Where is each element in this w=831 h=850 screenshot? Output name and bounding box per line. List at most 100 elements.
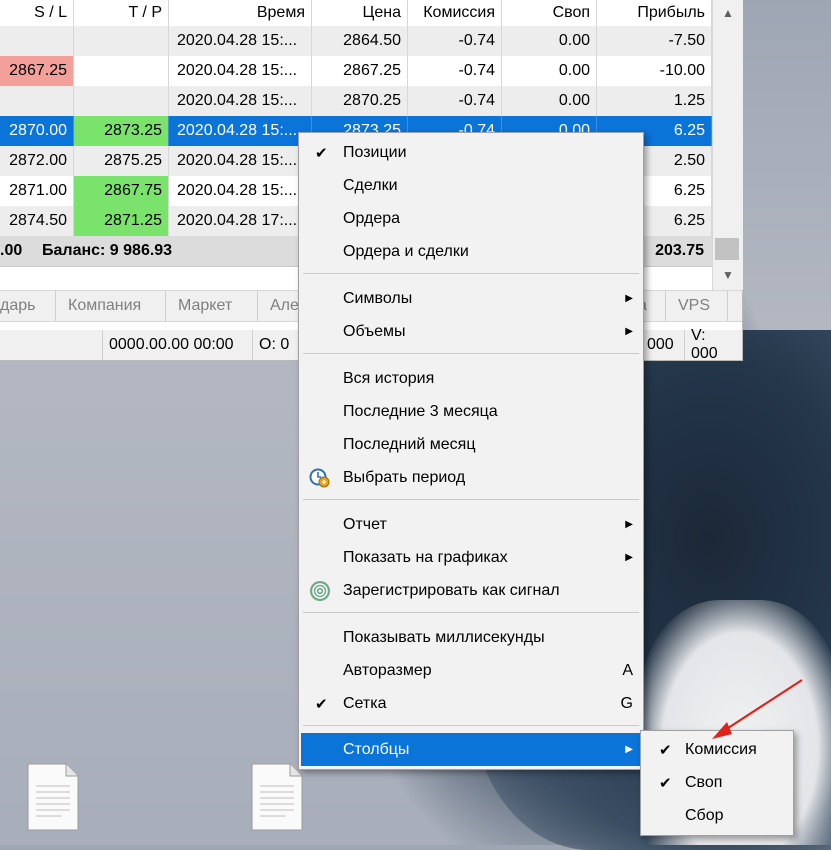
cell-swap: 0.00 [502,26,597,56]
check-icon: ✔ [315,695,328,713]
signal-icon [310,581,330,601]
desktop-file-icon[interactable] [26,762,80,832]
check-icon: ✔ [659,774,672,792]
cell-swap: 0.00 [502,56,597,86]
menu-item-register-signal[interactable]: Зарегистрировать как сигнал [301,574,641,607]
table-row[interactable]: 2867.25 2020.04.28 15:... 2867.25 -0.74 … [0,56,712,87]
column-header-commission[interactable]: Комиссия [408,0,502,26]
desktop-file-icon[interactable] [250,762,304,832]
cell-time: 2020.04.28 17:... [169,206,312,236]
status-volume: V: 000 [684,327,742,362]
menu-item-grid[interactable]: ✔ Сетка G [301,687,641,720]
submenu-arrow-icon: ▶ [625,519,633,530]
menu-item-shortcut: A [622,661,633,679]
menu-item-autosize[interactable]: Авторазмер A [301,654,641,687]
cell-sl: 2870.00 [0,116,74,146]
menu-item-select-period[interactable]: Выбрать период [301,461,641,494]
cell-sl: 2871.00 [0,176,74,206]
menu-item-deals[interactable]: Сделки [301,169,641,202]
submenu-arrow-icon: ▶ [625,744,633,755]
submenu-item-commission[interactable]: ✔ Комиссия [643,733,791,766]
column-header-tp[interactable]: T / P [74,0,169,26]
cell-time: 2020.04.28 15:... [169,176,312,206]
cell-price: 2864.50 [312,26,408,56]
menu-item-label: Авторазмер [343,661,432,679]
menu-item-label: Зарегистрировать как сигнал [343,581,560,599]
balance-label: Баланс: 9 986.93 [42,242,173,259]
column-header-price[interactable]: Цена [312,0,408,26]
menu-item-label: Показывать миллисекунды [343,628,545,646]
submenu-item-label: Своп [685,773,723,791]
submenu-item-label: Сбор [685,806,724,824]
cell-time: 2020.04.28 15:... [169,116,312,146]
cell-time: 2020.04.28 15:... [169,56,312,86]
column-header-time[interactable]: Время [169,0,312,26]
menu-item-shortcut: G [620,694,633,712]
status-time: 0000.00.00 00:00 [102,330,252,360]
menu-item-last-3-months[interactable]: Последние 3 месяца [301,395,641,428]
table-row[interactable]: 2020.04.28 15:... 2870.25 -0.74 0.00 1.2… [0,86,712,117]
submenu-arrow-icon: ▶ [625,293,633,304]
menu-item-show-milliseconds[interactable]: Показывать миллисекунды [301,621,641,654]
cell-commission: -0.74 [408,26,502,56]
menu-item-report[interactable]: Отчет ▶ [301,508,641,541]
scroll-up-icon[interactable]: ▲ [713,0,743,26]
menu-separator [303,612,639,613]
menu-item-last-month[interactable]: Последний месяц [301,428,641,461]
menu-item-label: Последние 3 месяца [343,402,498,420]
status-volume-prefix: 000 [640,330,684,360]
cell-tp [74,86,169,116]
menu-item-label: Показать на графиках [343,548,508,566]
columns-submenu: ✔ Комиссия ✔ Своп Сбор [640,730,794,836]
cell-tp: 2867.75 [74,176,169,206]
cell-tp: 2875.25 [74,146,169,176]
scroll-down-icon[interactable]: ▼ [713,262,743,288]
cell-swap: 0.00 [502,86,597,116]
menu-item-label: Позиции [343,143,407,161]
cell-sl: 2867.25 [0,56,74,86]
cell-commission: -0.74 [408,86,502,116]
tab-company[interactable]: Компания [56,291,166,321]
submenu-item-swap[interactable]: ✔ Своп [643,766,791,799]
tab-vps[interactable]: VPS [666,291,728,321]
submenu-arrow-icon: ▶ [625,326,633,337]
menu-item-volumes[interactable]: Объемы ▶ [301,315,641,348]
cell-tp [74,26,169,56]
menu-item-label: Выбрать период [343,468,466,486]
submenu-item-label: Комиссия [685,740,757,758]
tab-market[interactable]: Маркет [166,291,258,321]
menu-item-label: Столбцы [343,740,410,758]
submenu-arrow-icon: ▶ [625,552,633,563]
cell-sl [0,86,74,116]
menu-item-label: Сделки [343,176,398,194]
submenu-item-fee[interactable]: Сбор [643,799,791,832]
cell-time: 2020.04.28 15:... [169,26,312,56]
column-header-swap[interactable]: Своп [502,0,597,26]
menu-item-orders-and-deals[interactable]: Ордера и сделки [301,235,641,268]
column-header-profit[interactable]: Прибыль [597,0,712,26]
status-open: O: 0 [252,330,302,360]
menu-separator [303,353,639,354]
menu-separator [303,725,639,726]
menu-item-all-history[interactable]: Вся история [301,362,641,395]
cell-sl [0,26,74,56]
cell-commission: -0.74 [408,56,502,86]
vertical-scrollbar[interactable]: ▲ ▼ [712,0,743,290]
menu-item-columns[interactable]: Столбцы ▶ [301,733,641,766]
menu-item-show-on-charts[interactable]: Показать на графиках ▶ [301,541,641,574]
cell-tp [74,56,169,86]
column-header-sl[interactable]: S / L [0,0,74,26]
menu-item-label: Последний месяц [343,435,476,453]
scroll-thumb[interactable] [715,238,739,260]
check-icon: ✔ [315,144,328,162]
menu-item-orders[interactable]: Ордера [301,202,641,235]
cell-sl: 2874.50 [0,206,74,236]
menu-item-positions[interactable]: ✔ Позиции [301,136,641,169]
menu-separator [303,499,639,500]
menu-item-symbols[interactable]: Символы ▶ [301,282,641,315]
cell-time: 2020.04.28 15:... [169,86,312,116]
menu-item-label: Ордера [343,209,401,227]
tab-calendar[interactable]: дарь [0,291,56,321]
cell-profit: -7.50 [597,26,712,56]
table-row[interactable]: 2020.04.28 15:... 2864.50 -0.74 0.00 -7.… [0,26,712,57]
